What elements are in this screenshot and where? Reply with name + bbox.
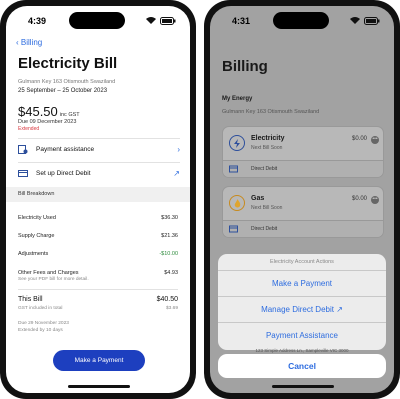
card-footer: Direct Debit bbox=[223, 220, 383, 237]
electricity-bill-screen: 4:39 ‹ Billing Electricity Bill Gulmann … bbox=[6, 6, 190, 393]
line-label: Electricity Used bbox=[18, 215, 56, 221]
next-bill-note: Next Bill Soon bbox=[251, 145, 283, 151]
gas-account-card[interactable]: Gas Next Bill Soon $0.00 ••• Direct Debi… bbox=[222, 186, 384, 238]
card-footer: Direct Debit bbox=[223, 160, 383, 177]
line-label: Adjustments bbox=[18, 251, 49, 257]
chevron-right-icon: › bbox=[177, 145, 180, 154]
payment-method: Direct Debit bbox=[251, 166, 278, 172]
action-sheet-title: Electricity Account Actions bbox=[218, 254, 386, 271]
line-label: Supply Charge bbox=[18, 233, 55, 239]
gst-value: $3.69 bbox=[165, 306, 178, 311]
battery-icon bbox=[364, 17, 380, 25]
line-value: $36.30 bbox=[161, 215, 178, 221]
account-balance: $0.00 bbox=[351, 136, 367, 142]
divider bbox=[18, 289, 178, 290]
payment-assistance-label: Payment assistance bbox=[36, 146, 95, 153]
payment-method: Direct Debit bbox=[251, 226, 278, 232]
billing-screen: 4:31 Billing My Energy Gulmann Key 163 O… bbox=[210, 6, 394, 393]
page-title: Electricity Bill bbox=[18, 55, 118, 72]
page-title: Billing bbox=[222, 58, 268, 75]
direct-debit-label: Set up Direct Debit bbox=[36, 170, 91, 177]
account-address: Gulmann Key 163 Otismouth Swaziland bbox=[18, 79, 116, 85]
status-time: 4:31 bbox=[232, 16, 251, 26]
back-button[interactable]: ‹ Billing bbox=[16, 38, 42, 47]
extension-note: Extended by 10 days bbox=[18, 328, 63, 333]
line-value: $4.93 bbox=[164, 270, 178, 276]
account-name: Electricity bbox=[251, 135, 285, 142]
more-options-icon[interactable]: ••• bbox=[371, 196, 379, 204]
status-bar: 4:31 bbox=[210, 6, 394, 34]
next-bill-note: Next Bill Soon bbox=[251, 205, 283, 211]
phone-frame-right: 4:31 Billing My Energy Gulmann Key 163 O… bbox=[204, 0, 400, 399]
electricity-account-card[interactable]: Electricity Next Bill Soon $0.00 ••• Dir… bbox=[222, 126, 384, 178]
direct-debit-row[interactable]: Set up Direct Debit ↗ bbox=[18, 162, 180, 184]
gst-row: GST included in total $3.69 bbox=[18, 306, 178, 311]
more-options-icon[interactable]: ••• bbox=[371, 136, 379, 144]
wifi-icon bbox=[146, 17, 156, 24]
section-title: My Energy bbox=[222, 96, 253, 102]
document-dollar-icon bbox=[18, 145, 28, 154]
home-indicator bbox=[272, 385, 334, 388]
status-time: 4:39 bbox=[28, 16, 47, 26]
amount-value: $45.50 bbox=[18, 104, 58, 119]
phone-frame-left: 4:39 ‹ Billing Electricity Bill Gulmann … bbox=[0, 0, 196, 399]
bill-breakdown-header: Bill Breakdown bbox=[6, 187, 190, 202]
status-bar: 4:39 bbox=[6, 6, 190, 34]
external-link-icon: ↗ bbox=[173, 169, 180, 178]
this-bill-row: This Bill $40.50 bbox=[18, 296, 178, 303]
dynamic-island bbox=[273, 12, 329, 29]
payment-assistance-row[interactable]: Payment assistance › bbox=[18, 138, 180, 160]
billing-period: 25 September – 25 October 2023 bbox=[18, 88, 108, 94]
account-balance: $0.00 bbox=[351, 196, 367, 202]
line-item: Supply Charge $21.36 bbox=[18, 233, 178, 243]
this-bill-value: $40.50 bbox=[156, 296, 178, 303]
bill-amount: $45.50 inc GST bbox=[18, 104, 80, 119]
manage-direct-debit-action[interactable]: Manage Direct Debit ↗ bbox=[218, 297, 386, 323]
line-value: -$10.00 bbox=[159, 251, 178, 257]
make-payment-button[interactable]: Make a Payment bbox=[53, 350, 145, 371]
home-indicator bbox=[68, 385, 130, 388]
pdf-note: See your PDF bill for more detail. bbox=[18, 277, 89, 282]
account-address: Gulmann Key 163 Otismouth Swaziland bbox=[222, 109, 320, 115]
cancel-button[interactable]: Cancel bbox=[218, 354, 386, 378]
extended-badge: Extended bbox=[18, 126, 40, 132]
line-value: $21.36 bbox=[161, 233, 178, 239]
back-label: Billing bbox=[20, 38, 43, 47]
make-payment-action[interactable]: Make a Payment bbox=[218, 271, 386, 297]
card-icon bbox=[229, 165, 238, 173]
dynamic-island bbox=[69, 12, 125, 29]
wifi-icon bbox=[350, 17, 360, 24]
action-sheet: Electricity Account Actions Make a Payme… bbox=[218, 254, 386, 350]
amount-suffix: inc GST bbox=[59, 112, 80, 118]
lightning-icon bbox=[229, 135, 245, 151]
line-item: Electricity Used $36.30 bbox=[18, 215, 178, 225]
flame-icon bbox=[229, 195, 245, 211]
line-item: Adjustments -$10.00 bbox=[18, 251, 178, 261]
battery-icon bbox=[160, 17, 176, 25]
card-icon bbox=[18, 170, 28, 177]
due-date: Due 09 December 2023 bbox=[18, 119, 77, 125]
account-name: Gas bbox=[251, 195, 265, 202]
gst-label: GST included in total bbox=[18, 306, 63, 311]
card-icon bbox=[229, 225, 238, 233]
due-date-new: Due 29 November 2023 bbox=[18, 321, 69, 326]
payment-assistance-action[interactable]: Payment Assistance bbox=[218, 323, 386, 349]
this-bill-label: This Bill bbox=[18, 296, 43, 303]
